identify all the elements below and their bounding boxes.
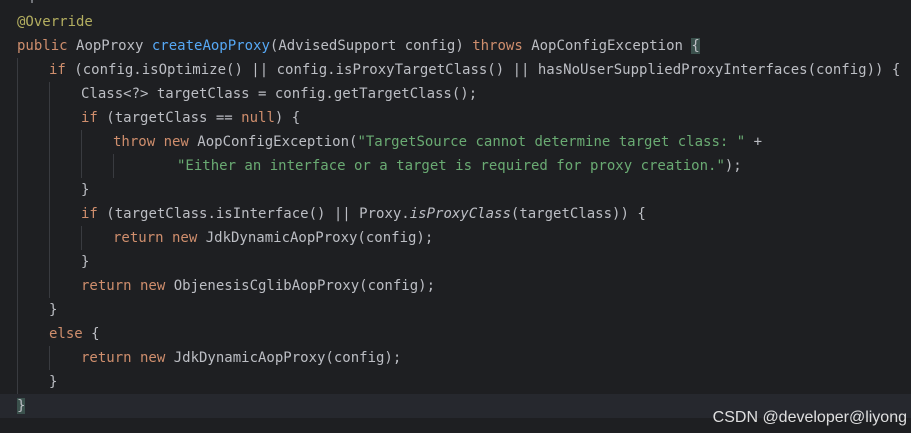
code-token: ); [724, 158, 742, 174]
code-token: } [81, 182, 90, 198]
code-line[interactable]: } [0, 250, 911, 274]
code-token: return new [113, 230, 206, 246]
code-line[interactable]: } [0, 298, 911, 322]
code-line[interactable]: if (targetClass.isInterface() || Proxy.i… [0, 202, 911, 226]
code-token: AopConfigException( [197, 134, 358, 150]
code-token: ObjenesisCglibAopProxy(config); [173, 278, 436, 294]
code-line[interactable]: throw new AopConfigException("TargetSour… [0, 130, 911, 154]
code-token: } [49, 374, 58, 390]
code-line-content: Class<?> targetClass = config.getTargetC… [81, 82, 477, 106]
code-line-content: if (targetClass == null) { [81, 106, 300, 130]
code-token: throws [472, 38, 532, 54]
code-token: (config.isOptimize() || config.isProxyTa… [74, 62, 901, 78]
code-line-content: return new ObjenesisCglibAopProxy(config… [81, 274, 435, 298]
code-line[interactable]: @Override [0, 10, 911, 34]
code-line-content: "Either an interface or a target is requ… [177, 154, 742, 178]
code-token: (AdvisedSupport config) [269, 38, 473, 54]
code-line-content: throw new AopConfigException("TargetSour… [113, 130, 762, 154]
code-line-content: } [81, 178, 89, 202]
code-token: "TargetSource cannot determine target cl… [357, 134, 746, 150]
code-token: if [49, 62, 75, 78]
code-editor[interactable]: @Override public AopProxy createAopProxy(… [0, 0, 911, 433]
code-line-content: public AopProxy createAopProxy(AdvisedSu… [17, 34, 700, 58]
code-token: return new [81, 278, 174, 294]
code-token: (targetClass)) { [510, 206, 646, 222]
code-token: public [17, 38, 77, 54]
code-token: } [17, 398, 26, 414]
code-token: JdkDynamicAopProxy(config); [173, 350, 402, 366]
code-line-content: } [49, 370, 57, 394]
code-line[interactable]: if (config.isOptimize() || config.isProx… [0, 58, 911, 82]
code-line[interactable]: "Either an interface or a target is requ… [0, 154, 911, 178]
code-line[interactable]: return new ObjenesisCglibAopProxy(config… [0, 274, 911, 298]
code-line-content: return new JdkDynamicAopProxy(config); [81, 346, 401, 370]
code-line[interactable]: } [0, 370, 911, 394]
code-line[interactable]: public AopProxy createAopProxy(AdvisedSu… [0, 34, 911, 58]
code-token: isProxyClass [409, 206, 511, 222]
code-token: JdkDynamicAopProxy(config); [205, 230, 434, 246]
override-gutter-icon[interactable] [24, 0, 40, 4]
watermark: CSDN @developer@liyong [712, 409, 907, 426]
code-line[interactable]: else { [0, 322, 911, 346]
code-line[interactable]: Class<?> targetClass = config.getTargetC… [0, 82, 911, 106]
code-token: { [91, 326, 100, 342]
code-token: if [81, 110, 107, 126]
code-token: + [745, 134, 763, 150]
code-token: throw new [113, 134, 198, 150]
code-token: else [49, 326, 92, 342]
code-token: null [241, 110, 275, 126]
code-token: createAopProxy [151, 38, 270, 54]
code-line[interactable]: if (targetClass == null) { [0, 106, 911, 130]
code-line-content: } [81, 250, 89, 274]
code-token: (targetClass.isInterface() || Proxy. [106, 206, 410, 222]
code-token: Class<?> targetClass = config.getTargetC… [81, 86, 478, 102]
code-token: { [691, 38, 700, 54]
code-line-content: } [49, 298, 57, 322]
code-token: AopProxy [76, 38, 152, 54]
code-token: (targetClass == [106, 110, 242, 126]
code-token: if [81, 206, 107, 222]
code-token: } [49, 302, 58, 318]
code-token: AopConfigException [531, 38, 692, 54]
code-token: "Either an interface or a target is requ… [177, 158, 725, 174]
code-token: @Override [17, 14, 93, 30]
code-token: return new [81, 350, 174, 366]
code-line[interactable]: } [0, 178, 911, 202]
code-line-content: if (config.isOptimize() || config.isProx… [49, 58, 900, 82]
code-line-content: if (targetClass.isInterface() || Proxy.i… [81, 202, 646, 226]
code-line-content: return new JdkDynamicAopProxy(config); [113, 226, 433, 250]
code-line-content: } [17, 394, 26, 418]
code-token: } [81, 254, 90, 270]
code-line-content: @Override [17, 10, 93, 34]
code-token: ) { [274, 110, 301, 126]
code-line[interactable]: return new JdkDynamicAopProxy(config); [0, 226, 911, 250]
code-line[interactable]: return new JdkDynamicAopProxy(config); [0, 346, 911, 370]
code-line-content: else { [49, 322, 100, 346]
